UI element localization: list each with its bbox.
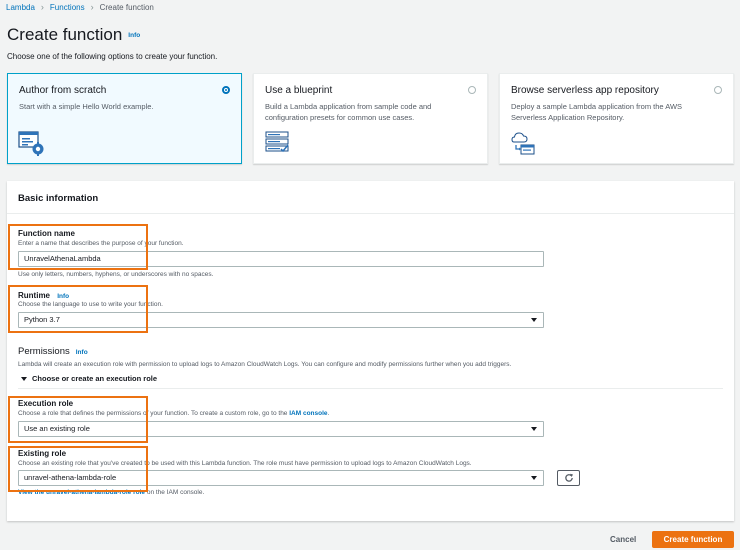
option-radio[interactable]: [714, 86, 722, 94]
breadcrumb-functions[interactable]: Functions: [50, 3, 85, 12]
expander-label: Choose or create an execution role: [32, 374, 158, 383]
view-role-suffix: on the IAM console.: [145, 489, 205, 496]
function-name-highlight: [8, 224, 148, 270]
page-subtitle: Choose one of the following options to c…: [7, 52, 218, 61]
option-description: Build a Lambda application from sample c…: [265, 102, 432, 122]
divider: [18, 388, 723, 389]
execution-role-expander[interactable]: Choose or create an execution role: [21, 374, 157, 383]
chevron-right-icon: ›: [90, 2, 94, 12]
option-radio[interactable]: [468, 86, 476, 94]
runtime-highlight: [8, 285, 148, 333]
page-title: Create function Info: [7, 25, 140, 45]
permissions-description: Lambda will create an execution role wit…: [18, 361, 512, 368]
option-description: Deploy a sample Lambda application from …: [511, 102, 683, 122]
option-title: Use a blueprint: [265, 85, 333, 96]
option-use-blueprint[interactable]: Use a blueprint Build a Lambda applicati…: [253, 73, 488, 164]
permissions-info-link[interactable]: Info: [76, 349, 88, 356]
page-info-link[interactable]: Info: [128, 32, 140, 39]
basic-information-panel: Basic information Function name Enter a …: [7, 181, 734, 521]
execution-role-highlight: [8, 396, 148, 443]
breadcrumb: Lambda › Functions › Create function: [6, 2, 154, 12]
existing-role-highlight: [8, 446, 148, 492]
option-author-from-scratch[interactable]: Author from scratch Start with a simple …: [7, 73, 242, 164]
cancel-button[interactable]: Cancel: [610, 535, 636, 544]
create-function-button[interactable]: Create function: [652, 531, 734, 548]
breadcrumb-current: Create function: [99, 2, 154, 12]
iam-console-link[interactable]: IAM console: [289, 410, 327, 417]
breadcrumb-lambda[interactable]: Lambda: [6, 3, 35, 12]
panel-header: Basic information: [7, 181, 734, 214]
permissions-title: Permissions: [18, 346, 70, 357]
refresh-icon: [564, 473, 573, 482]
option-radio[interactable]: [222, 86, 230, 94]
blueprint-checklist-icon: [265, 131, 289, 153]
function-name-hint: Use only letters, numbers, hyphens, or u…: [18, 271, 214, 278]
code-editor-icon: [18, 131, 44, 156]
refresh-button[interactable]: [557, 470, 580, 486]
option-description: Start with a simple Hello World example.: [19, 102, 154, 111]
option-title: Author from scratch: [19, 85, 107, 96]
caret-down-icon: [21, 376, 27, 381]
chevron-right-icon: ›: [40, 2, 44, 12]
option-title: Browse serverless app repository: [511, 85, 659, 96]
permissions-heading: Permissions Info: [18, 346, 88, 357]
execution-role-description-suffix: .: [327, 410, 330, 417]
option-browse-serverless-repository[interactable]: Browse serverless app repository Deploy …: [499, 73, 734, 164]
cloud-repository-icon: [511, 132, 535, 155]
page-title-text: Create function: [7, 25, 123, 44]
panel-title: Basic information: [18, 193, 99, 204]
